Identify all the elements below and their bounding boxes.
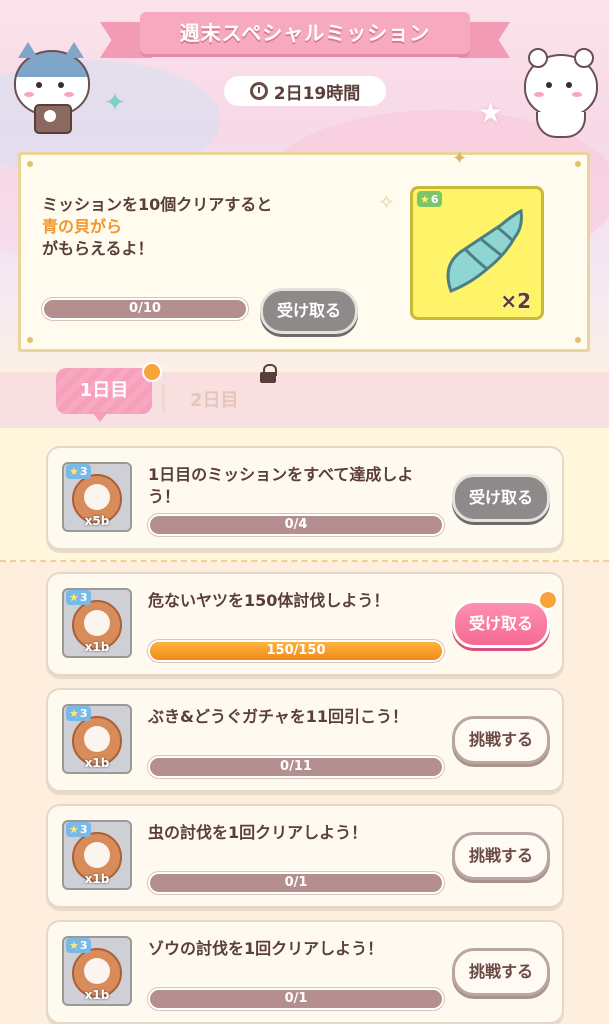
mission-reward-icon: ★ 3 x1b xyxy=(62,820,132,890)
mission-reward-icon: ★ 3 x5b xyxy=(62,462,132,532)
mission-progress-bar: 0/4 xyxy=(148,514,444,536)
tab-day-2[interactable]: 2日目 xyxy=(190,386,239,412)
mission-card: ★ 3 x1b 虫の討伐を1回クリアしよう！ 0/1 挑戦する xyxy=(46,804,564,908)
mission-progress-bar: 0/1 xyxy=(148,988,444,1010)
mission-card: ★ 3 x1b ゾウの討伐を1回クリアしよう！ 0/1 挑戦する xyxy=(46,920,564,1024)
sparkle-icon: ✦ xyxy=(452,148,468,169)
rarity-value: 3 xyxy=(79,707,88,720)
rarity-badge: ★ 3 xyxy=(66,464,91,479)
lock-icon xyxy=(260,364,278,384)
reward-quantity: x1b xyxy=(84,640,110,654)
panel-description: ミッションを10個クリアすると 青の貝がら がもらえるよ！ xyxy=(42,194,272,260)
mission-progress-text: 0/1 xyxy=(284,991,308,1006)
character-left xyxy=(12,40,92,136)
mission-action-button[interactable]: 挑戦する xyxy=(452,832,550,880)
mission-card: ★ 3 x1b 危ないヤツを150体討伐しよう！ 150/150 受け取る xyxy=(46,572,564,676)
mission-progress-text: 0/4 xyxy=(284,517,308,532)
title-ribbon: 週末スペシャルミッション xyxy=(100,12,510,58)
mission-progress-bar: 150/150 xyxy=(148,640,444,662)
tab-divider xyxy=(162,384,165,412)
section-divider xyxy=(0,560,609,562)
reward-quantity: x1b xyxy=(84,988,110,1002)
rarity-badge: ★ 3 xyxy=(66,822,91,837)
tab-day-1[interactable]: 1日目 xyxy=(56,368,152,414)
timer-badge: 2日19時間 xyxy=(224,76,386,106)
mission-card: ★ 3 x1b ぶき&どうぐガチャを11回引こう！ 0/11 挑戦する xyxy=(46,688,564,792)
mission-title: ぶき&どうぐガチャを11回引こう！ xyxy=(148,707,409,726)
rarity-value: 3 xyxy=(79,939,88,952)
mission-card: ★ 3 x5b 1日目のミッションをすべて達成しよう！ 0/4 受け取る xyxy=(46,446,564,550)
rarity-value: 3 xyxy=(79,465,88,478)
star-icon: ★ xyxy=(69,939,79,952)
timer-text: 2日19時間 xyxy=(273,83,361,104)
star-icon: ★ xyxy=(420,192,430,206)
star-decoration-icon: ★ xyxy=(478,96,504,129)
star-icon: ★ xyxy=(69,823,79,836)
mission-action-button[interactable]: 挑戦する xyxy=(452,716,550,764)
panel-line-3: がもらえるよ！ xyxy=(42,239,154,258)
reward-item[interactable]: ★ 6 ×2 xyxy=(410,186,544,320)
panel-reward-name: 青の貝がら xyxy=(42,217,123,236)
star-icon: ★ xyxy=(69,591,79,604)
mission-title: 虫の討伐を1回クリアしよう！ xyxy=(148,823,368,842)
mission-title: 危ないヤツを150体討伐しよう！ xyxy=(148,591,390,610)
mission-progress-bar: 0/11 xyxy=(148,756,444,778)
reward-quantity: x1b xyxy=(84,756,110,770)
rarity-value: 3 xyxy=(79,823,88,836)
tab-pointer xyxy=(92,412,108,422)
mission-action-button[interactable]: 受け取る xyxy=(452,600,550,648)
mission-title: ゾウの討伐を1回クリアしよう！ xyxy=(148,939,384,958)
shell-icon xyxy=(446,208,523,293)
mission-progress-text: 0/1 xyxy=(284,875,308,890)
panel-claim-button[interactable]: 受け取る xyxy=(260,288,358,334)
sparkle-icon: ✧ xyxy=(378,190,395,214)
panel-line-1: ミッションを10個クリアすると xyxy=(42,195,273,214)
page-title: 週末スペシャルミッション xyxy=(179,21,431,45)
star-icon: ★ xyxy=(69,707,79,720)
notification-dot xyxy=(142,362,162,382)
mission-reward-icon: ★ 3 x1b xyxy=(62,936,132,1006)
rarity-value: 3 xyxy=(79,591,88,604)
clock-icon xyxy=(249,82,268,100)
reward-quantity: ×2 xyxy=(500,289,531,313)
mission-progress-text: 150/150 xyxy=(266,643,326,658)
reward-quantity: x1b xyxy=(84,872,110,886)
panel-progress-bar: 0/10 xyxy=(42,298,248,320)
rarity-badge: ★ 3 xyxy=(66,706,91,721)
star-icon: ★ xyxy=(69,465,79,478)
rarity-badge: ★ 3 xyxy=(66,938,91,953)
rarity-badge: ★ 3 xyxy=(66,590,91,605)
mission-action-button[interactable]: 受け取る xyxy=(452,474,550,522)
reward-quantity: x5b xyxy=(84,514,110,528)
mission-action-button[interactable]: 挑戦する xyxy=(452,948,550,996)
panel-progress-text: 0/10 xyxy=(129,301,161,316)
mission-reward-icon: ★ 3 x1b xyxy=(62,704,132,774)
notification-dot xyxy=(538,590,558,610)
mission-progress-bar: 0/1 xyxy=(148,872,444,894)
mission-reward-icon: ★ 3 x1b xyxy=(62,588,132,658)
star-decoration-icon: ✦ xyxy=(104,88,126,118)
character-right xyxy=(520,46,600,138)
mission-title: 1日目のミッションをすべて達成しよう！ xyxy=(148,465,414,506)
mission-progress-text: 0/11 xyxy=(280,759,312,774)
